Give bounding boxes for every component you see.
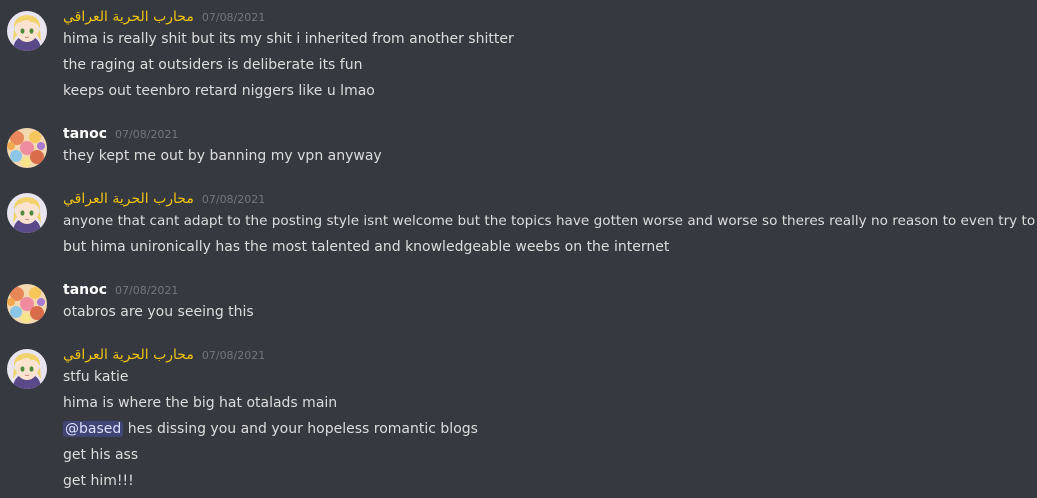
message-text-with-mention: @based hes dissing you and your hopeless… [63,419,478,439]
colorful-collage-avatar [7,284,47,324]
message-text: stfu katie [63,369,129,385]
timestamp[interactable]: 07/08/2021 [115,126,178,144]
message-text: hima is really shit but its my shit i in… [63,31,514,47]
user-avatar[interactable] [7,128,47,168]
message-text: otabros are you seeing this [63,304,254,320]
user-mention[interactable]: @based [63,421,124,437]
message-header: tanoc 07/08/2021 [63,281,178,301]
user-avatar[interactable] [7,284,47,324]
message-header: tanoc 07/08/2021 [63,125,178,145]
username[interactable]: tanoc [63,125,107,143]
message-header: محارب الحرية العراقي 07/08/2021 [63,8,265,28]
anime-girl-blonde-avatar [7,193,47,233]
message-text: they kept me out by banning my vpn anywa… [63,148,382,164]
username[interactable]: محارب الحرية العراقي [63,8,194,26]
user-avatar[interactable] [7,349,47,389]
message-text: but hima unironically has the most talen… [63,239,670,255]
anime-girl-blonde-avatar [7,349,47,389]
message-text: hima is where the big hat otalads main [63,395,338,411]
username[interactable]: محارب الحرية العراقي [63,190,194,208]
message-header: محارب الحرية العراقي 07/08/2021 [63,346,265,366]
message-text: anyone that cant adapt to the posting st… [63,213,1037,229]
username[interactable]: محارب الحرية العراقي [63,346,194,364]
message-text: keeps out teenbro retard niggers like u … [63,83,375,99]
message-text: get him!!! [63,473,134,489]
timestamp[interactable]: 07/08/2021 [115,282,178,300]
user-avatar[interactable] [7,193,47,233]
message-header: محارب الحرية العراقي 07/08/2021 [63,190,265,210]
timestamp[interactable]: 07/08/2021 [202,347,265,365]
message-text: the raging at outsiders is deliberate it… [63,57,363,73]
timestamp[interactable]: 07/08/2021 [202,9,265,27]
message-text: hes dissing you and your hopeless romant… [127,421,478,437]
username[interactable]: tanoc [63,281,107,299]
colorful-collage-avatar [7,128,47,168]
user-avatar[interactable] [7,11,47,51]
message-text: get his ass [63,447,139,463]
anime-girl-blonde-avatar [7,11,47,51]
chat-message-list: محارب الحرية العراقي 07/08/2021 hima is … [0,0,1037,498]
timestamp[interactable]: 07/08/2021 [202,191,265,209]
